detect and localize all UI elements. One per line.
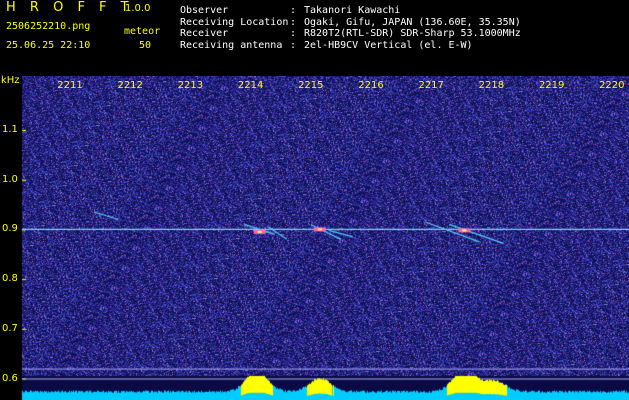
info-key: Receiver	[180, 28, 229, 40]
station-info-panel: Observer: Takanori Kawachi Receiving Loca…	[180, 5, 521, 51]
x-tick-label: 2215	[298, 80, 324, 91]
x-tick-label: 2211	[57, 80, 83, 91]
y-tick-label: 0.8	[2, 273, 18, 285]
x-tick-label: 2217	[418, 80, 444, 91]
x-tick-label: 2213	[177, 80, 204, 91]
y-axis-unit: kHz	[1, 75, 20, 86]
y-tick-label: 1.0	[2, 173, 18, 185]
x-tick-label: 2219	[538, 80, 565, 91]
image-filename: 2506252210.png	[6, 21, 91, 32]
y-tick-label: 0.7	[2, 322, 18, 334]
x-tick-label: 2218	[478, 80, 505, 91]
x-tick-label: 2220	[599, 80, 625, 91]
info-row-receiver: Receiver: R820T2(RTL-SDR) SDR-Sharp 53.10…	[180, 28, 521, 40]
x-tick-label: 2212	[117, 80, 143, 91]
meteor-count: 50	[139, 40, 152, 51]
x-tick-label: 2214	[237, 80, 264, 91]
app-title: H R O F F T	[6, 0, 134, 15]
info-key: Receiving Location	[180, 16, 289, 28]
hrofft-spectrogram-window: H R O F F T 1.0.0 2506252210.png meteor …	[0, 0, 629, 400]
app-version: 1.0.0	[125, 3, 151, 14]
spectrogram-canvas	[0, 76, 629, 400]
y-tick-label: 0.9	[2, 223, 18, 235]
info-value: 2el-HB9CV Vertical (el. E-W)	[304, 39, 473, 51]
info-key: Observer	[180, 5, 229, 16]
info-value: R820T2(RTL-SDR) SDR-Sharp 53.1000MHz	[304, 28, 521, 40]
info-row-antenna: Receiving antenna:2el-HB9CV Vertical (el…	[180, 39, 473, 51]
y-tick-label: 0.6	[2, 372, 18, 384]
y-tick-label: 1.1	[2, 124, 18, 135]
info-row-location: Receiving Location: Ogaki, Gifu, JAPAN (1…	[180, 16, 521, 28]
info-key: Receiving antenna	[180, 39, 283, 51]
x-tick-label: 2216	[358, 80, 384, 91]
info-value: Ogaki, Gifu, JAPAN (136.60E, 35.35N)	[304, 16, 521, 28]
info-value: Takanori Kawachi	[304, 5, 401, 16]
count-type-label: meteor	[124, 26, 161, 37]
info-row-observer: Observer: Takanori Kawachi	[180, 5, 401, 16]
observation-datetime: 25.06.25 22:10	[6, 40, 91, 51]
